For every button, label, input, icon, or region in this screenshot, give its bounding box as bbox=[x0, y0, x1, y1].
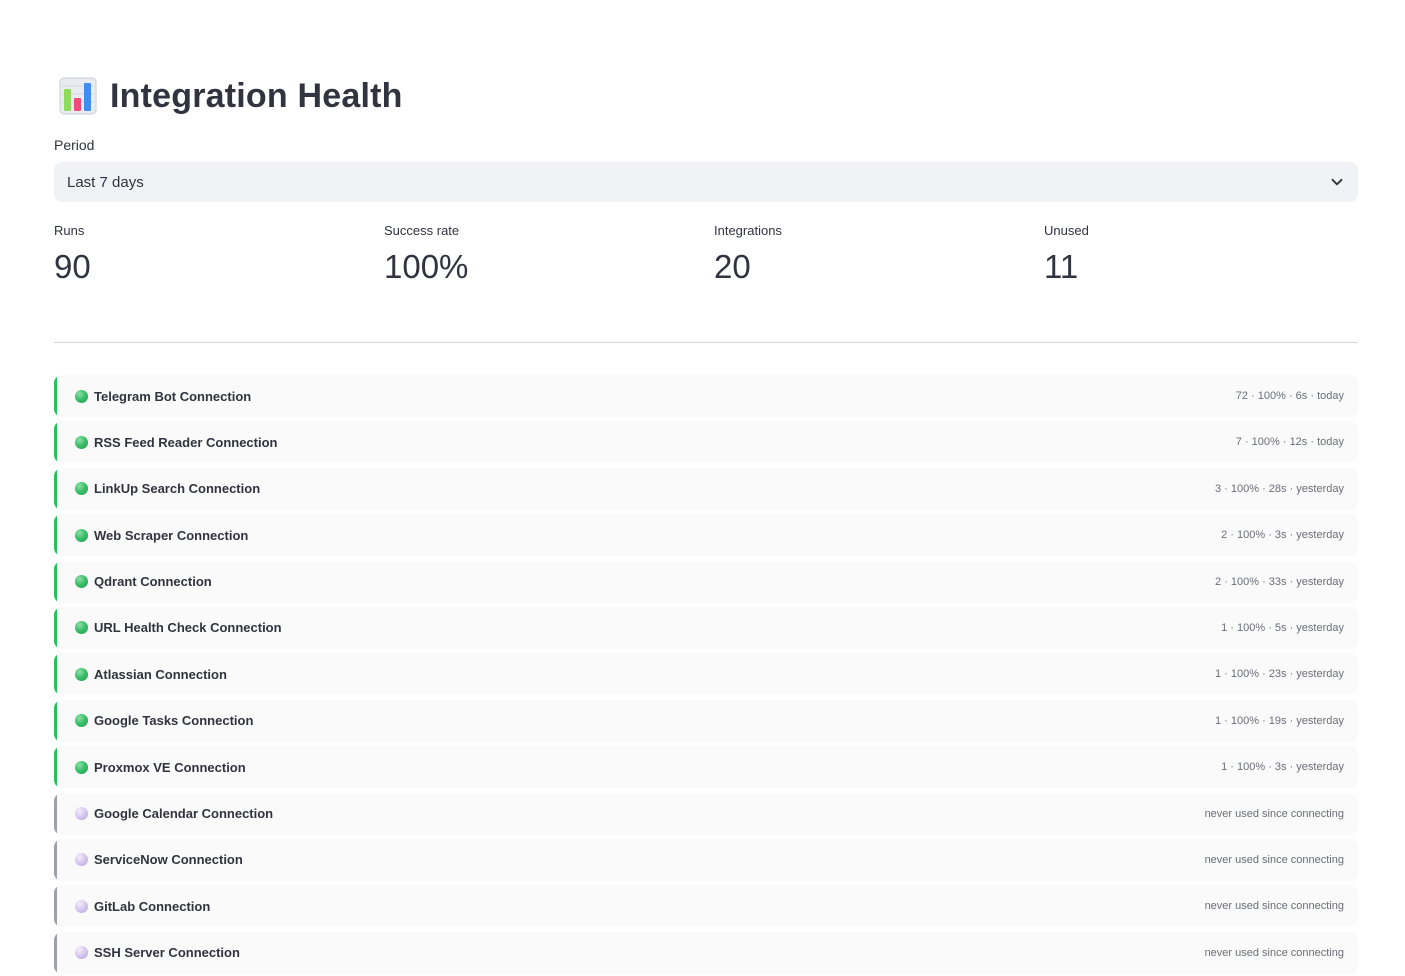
integration-row-left: Google Calendar Connection bbox=[75, 806, 273, 821]
integration-stats: never used since connecting bbox=[1204, 900, 1344, 913]
integration-name: Google Calendar Connection bbox=[94, 806, 274, 822]
green-circle-icon bbox=[75, 760, 88, 774]
period-label: Period bbox=[54, 137, 95, 153]
integration-name: SSH Server Connection bbox=[94, 945, 240, 961]
bar-chart-icon bbox=[59, 77, 97, 115]
green-circle-icon bbox=[75, 389, 88, 403]
metric-label: Integrations bbox=[714, 223, 782, 238]
integration-row-left: Qdrant Connection bbox=[75, 574, 212, 589]
integration-row-left: Google Tasks Connection bbox=[75, 713, 253, 728]
metric-value: 11 bbox=[1044, 248, 1079, 285]
purple-circle-icon bbox=[75, 807, 88, 821]
metric-value: 20 bbox=[714, 248, 751, 285]
integration-stats: 3 · 100% · 28s · yesterday bbox=[1214, 482, 1344, 495]
integration-row-left: URL Health Check Connection bbox=[75, 620, 282, 635]
green-circle-icon bbox=[75, 714, 88, 728]
integration-name: Proxmox VE Connection bbox=[94, 759, 246, 775]
page-header: Integration Health bbox=[59, 74, 403, 118]
period-select[interactable]: Last 7 days bbox=[54, 162, 1358, 202]
integration-row[interactable]: Atlassian Connection 1 · 100% · 23s · yes… bbox=[54, 653, 1358, 696]
integration-name: ServiceNow Connection bbox=[94, 852, 243, 868]
integration-row-left: LinkUp Search Connection bbox=[75, 481, 260, 496]
integration-stats: 1 · 100% · 3s · yesterday bbox=[1221, 761, 1344, 774]
integration-health-page: Integration Health Period Last 7 days Ru… bbox=[0, 0, 1405, 976]
integration-row-left: Web Scraper Connection bbox=[75, 528, 248, 543]
metric-unused: Unused 11 bbox=[1044, 222, 1374, 286]
integration-stats: 2 · 100% · 3s · yesterday bbox=[1221, 529, 1344, 542]
period-selected-value: Last 7 days bbox=[67, 173, 144, 191]
integration-name: GitLab Connection bbox=[94, 898, 211, 914]
integration-stats: 7 · 100% · 12s · today bbox=[1235, 436, 1344, 449]
metric-runs: Runs 90 bbox=[54, 222, 384, 286]
green-circle-icon bbox=[75, 575, 88, 589]
integration-row-left: ServiceNow Connection bbox=[75, 852, 243, 867]
integration-name: Telegram Bot Connection bbox=[94, 388, 252, 404]
integration-name: LinkUp Search Connection bbox=[94, 481, 261, 497]
integration-list: Telegram Bot Connection 72 · 100% · 6s · … bbox=[54, 375, 1358, 976]
integration-row[interactable]: Web Scraper Connection 2 · 100% · 3s · ye… bbox=[54, 514, 1358, 557]
integration-row[interactable]: Proxmox VE Connection 1 · 100% · 3s · yes… bbox=[54, 746, 1358, 789]
integration-stats: never used since connecting bbox=[1204, 853, 1344, 866]
integration-row[interactable]: Google Tasks Connection 1 · 100% · 19s · … bbox=[54, 699, 1358, 742]
green-circle-icon bbox=[75, 528, 88, 542]
metrics-row: Runs 90 Success rate 100% Integrations 2… bbox=[54, 222, 1374, 286]
integration-stats: 1 · 100% · 23s · yesterday bbox=[1214, 668, 1344, 681]
integration-stats: 72 · 100% · 6s · today bbox=[1235, 390, 1344, 402]
integration-row-left: Telegram Bot Connection bbox=[75, 389, 251, 404]
integration-name: Google Tasks Connection bbox=[94, 713, 254, 729]
green-circle-icon bbox=[75, 667, 88, 681]
integration-row-left: RSS Feed Reader Connection bbox=[75, 435, 277, 450]
metric-label: Unused bbox=[1044, 223, 1089, 238]
integration-row-left: Atlassian Connection bbox=[75, 667, 227, 682]
purple-circle-icon bbox=[75, 899, 88, 913]
integration-row[interactable]: Telegram Bot Connection 72 · 100% · 6s · … bbox=[54, 375, 1358, 417]
integration-stats: 1 · 100% · 5s · yesterday bbox=[1221, 621, 1344, 634]
integration-row[interactable]: SSH Server Connection never used since co… bbox=[54, 931, 1358, 974]
integration-stats: 1 · 100% · 19s · yesterday bbox=[1214, 714, 1344, 727]
metric-success-rate: Success rate 100% bbox=[384, 222, 714, 286]
integration-row[interactable]: LinkUp Search Connection 3 · 100% · 28s ·… bbox=[54, 467, 1358, 510]
integration-row[interactable]: URL Health Check Connection 1 · 100% · 5s… bbox=[54, 606, 1358, 649]
integration-name: Web Scraper Connection bbox=[94, 527, 249, 543]
green-circle-icon bbox=[75, 482, 88, 496]
integration-row-left: SSH Server Connection bbox=[75, 945, 240, 960]
purple-circle-icon bbox=[75, 853, 88, 867]
metric-value: 90 bbox=[54, 248, 91, 285]
metric-value: 100% bbox=[384, 248, 469, 285]
metric-label: Success rate bbox=[384, 223, 460, 238]
integration-row-left: GitLab Connection bbox=[75, 899, 210, 914]
purple-circle-icon bbox=[75, 946, 88, 960]
integration-row-left: Proxmox VE Connection bbox=[75, 760, 246, 775]
section-divider bbox=[54, 342, 1358, 343]
integration-row[interactable]: RSS Feed Reader Connection 7 · 100% · 12s… bbox=[54, 421, 1358, 464]
chevron-down-icon bbox=[1331, 178, 1343, 186]
page-title: Integration Health bbox=[110, 76, 403, 115]
integration-row[interactable]: Qdrant Connection 2 · 100% · 33s · yester… bbox=[54, 560, 1358, 603]
integration-stats: 2 · 100% · 33s · yesterday bbox=[1214, 575, 1344, 588]
integration-name: URL Health Check Connection bbox=[94, 620, 282, 636]
integration-row[interactable]: GitLab Connection never used since connec… bbox=[54, 885, 1358, 928]
integration-name: RSS Feed Reader Connection bbox=[94, 434, 278, 450]
integration-row[interactable]: ServiceNow Connection never used since co… bbox=[54, 838, 1358, 881]
green-circle-icon bbox=[75, 621, 88, 635]
integration-stats: never used since connecting bbox=[1204, 946, 1344, 959]
integration-name: Atlassian Connection bbox=[94, 666, 227, 682]
green-circle-icon bbox=[75, 435, 88, 449]
integration-row[interactable]: Google Calendar Connection never used sin… bbox=[54, 792, 1358, 835]
integration-stats: never used since connecting bbox=[1204, 807, 1344, 820]
integration-name: Qdrant Connection bbox=[94, 574, 212, 590]
metric-label: Runs bbox=[54, 223, 85, 238]
metric-integrations: Integrations 20 bbox=[714, 222, 1044, 286]
